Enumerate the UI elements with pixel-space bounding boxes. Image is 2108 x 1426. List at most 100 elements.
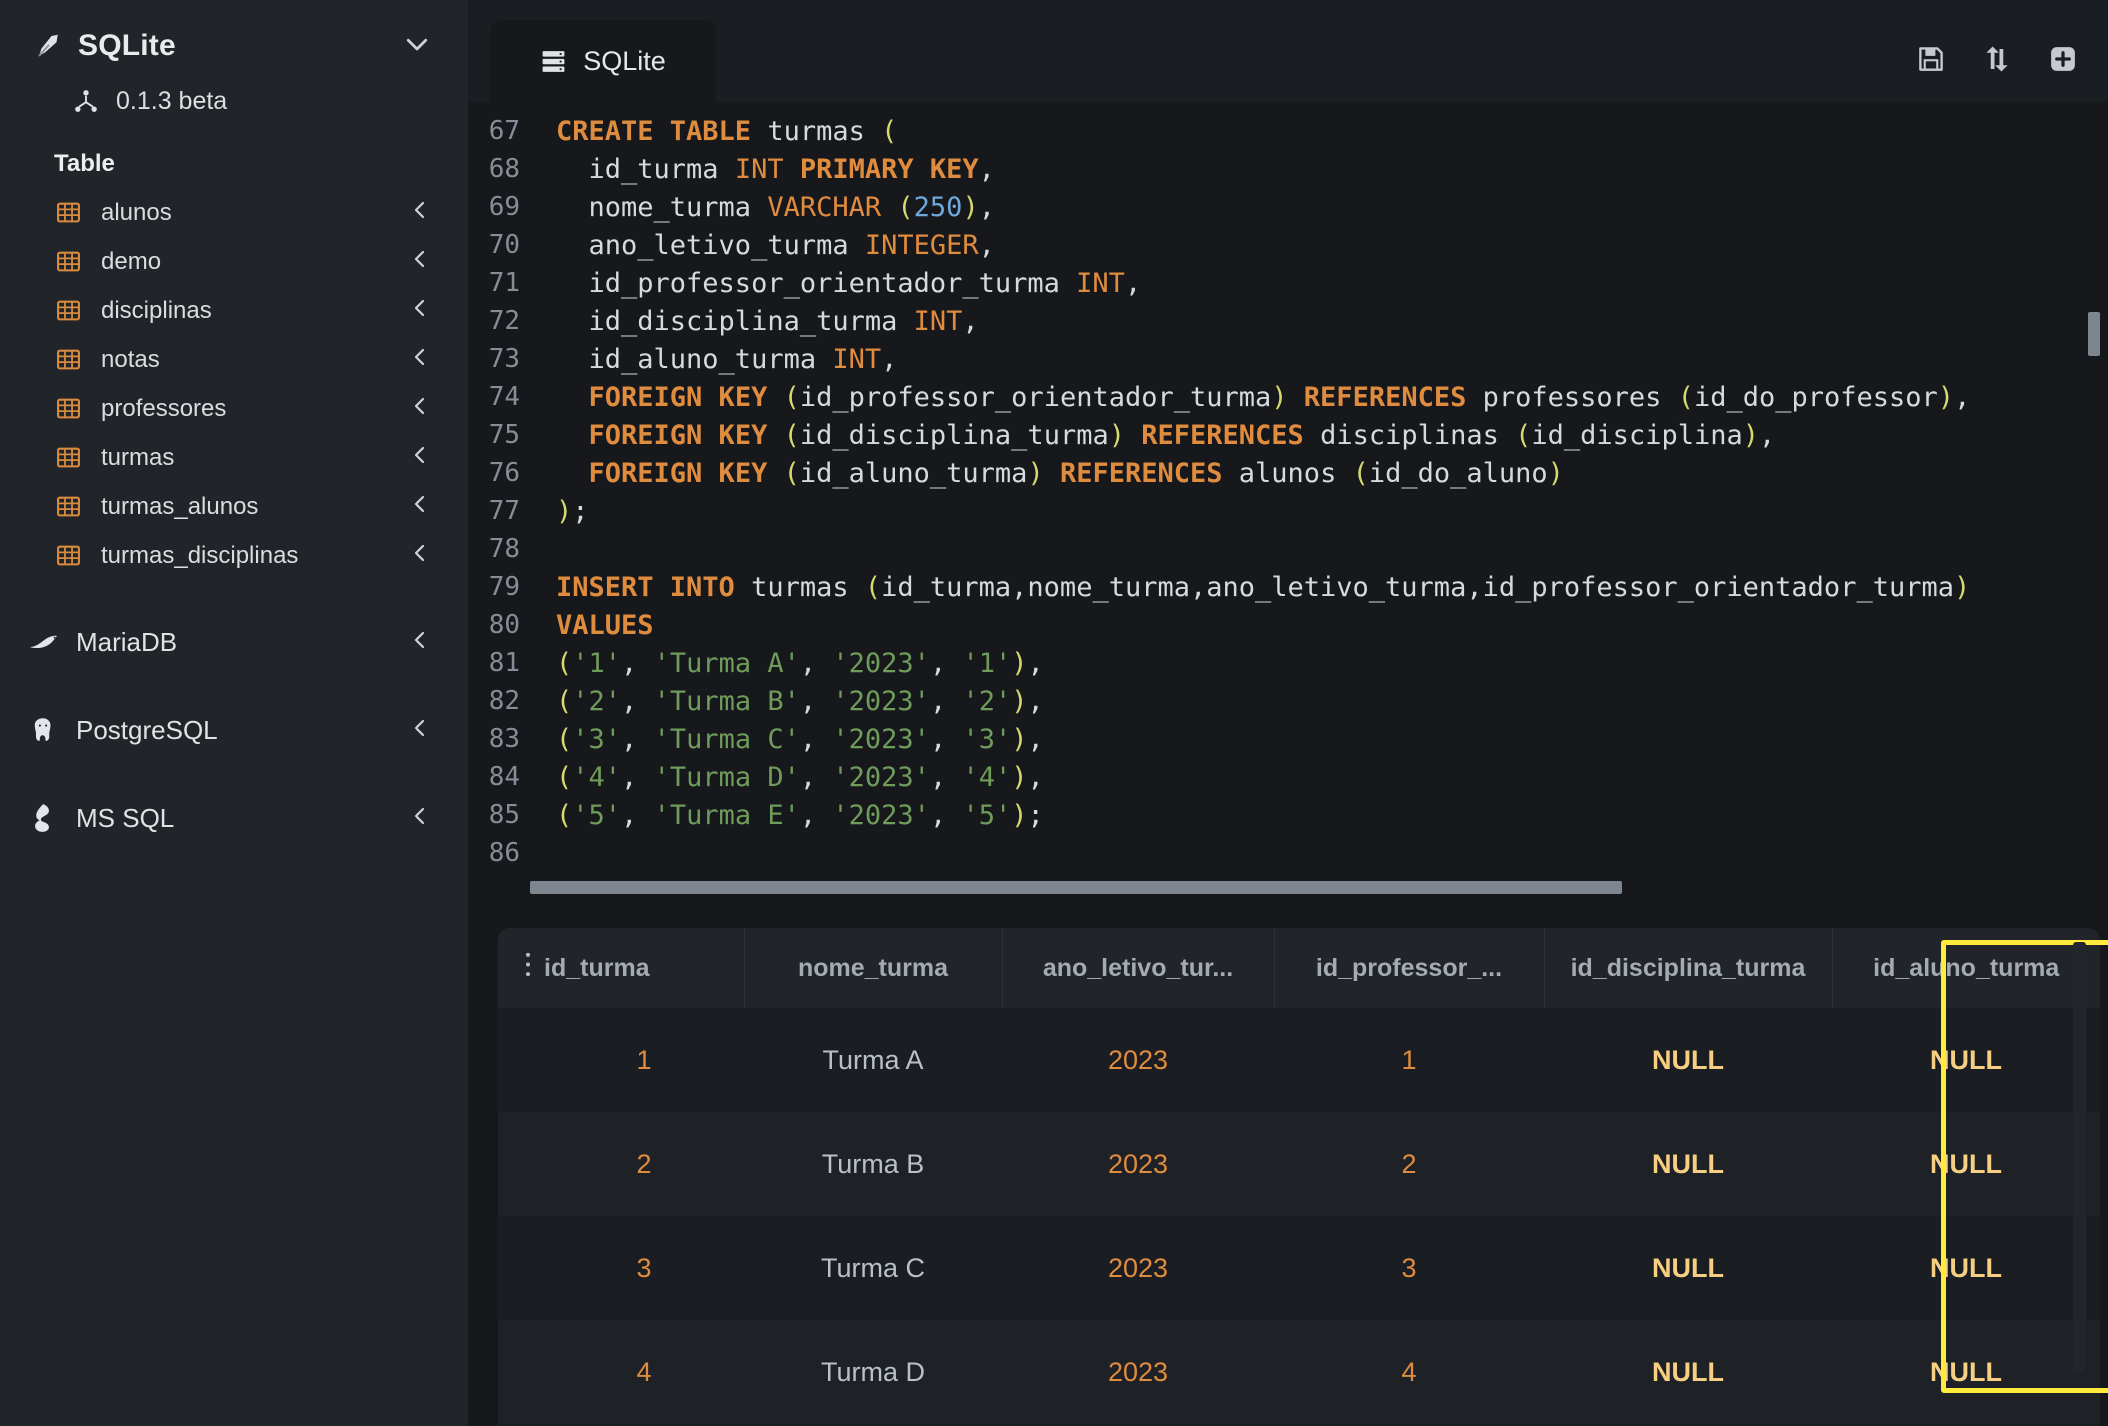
cell-value: 3	[1401, 1252, 1417, 1283]
results-column-header-ano_letivo_tur-[interactable]: ano_letivo_tur...	[1002, 928, 1275, 1008]
sidebar-brand-header[interactable]: SQLite	[0, 22, 468, 70]
sidebar-table-turmas_disciplinas[interactable]: turmas_disciplinas	[0, 531, 468, 580]
results-table-row[interactable]: 3 Turma C 2023 3 NULL NULL	[498, 1216, 2100, 1320]
plus-square-icon[interactable]	[2048, 44, 2078, 74]
chevron-left-icon[interactable]	[408, 716, 432, 745]
code-line-78[interactable]: 78	[468, 530, 2108, 568]
code-line-67[interactable]: 67 CREATE TABLE turmas (	[468, 112, 2108, 150]
floppy-disk-icon[interactable]	[1916, 44, 1946, 74]
code-line-73[interactable]: 73 id_aluno_turma INT,	[468, 340, 2108, 378]
chevron-left-icon[interactable]	[408, 345, 432, 374]
sidebar-db-spacer	[0, 756, 468, 792]
editor-horizontal-scrollbar[interactable]	[530, 881, 1622, 894]
results-cell[interactable]: NULL	[1832, 1216, 2100, 1320]
sidebar-database-MariaDB[interactable]: MariaDB	[0, 616, 468, 668]
sidebar-table-turmas[interactable]: turmas	[0, 433, 468, 482]
results-column-header-id_aluno_turma[interactable]: id_aluno_turma	[1832, 928, 2100, 1008]
results-cell[interactable]: 1	[498, 1008, 744, 1112]
results-cell[interactable]: 2023	[1002, 1320, 1274, 1424]
results-column-header-nome_turma[interactable]: nome_turma	[744, 928, 1003, 1008]
code-line-80[interactable]: 80 VALUES	[468, 606, 2108, 644]
chevron-left-icon[interactable]	[408, 628, 432, 657]
code-line-76[interactable]: 76 FOREIGN KEY (id_aluno_turma) REFERENC…	[468, 454, 2108, 492]
chevron-left-icon[interactable]	[408, 804, 432, 833]
sql-editor[interactable]: 67 CREATE TABLE turmas (68 id_turma INT P…	[468, 102, 2108, 922]
chevron-left-icon[interactable]	[408, 247, 432, 276]
sidebar: SQLite 0.1.3 beta Table alunos demo discip…	[0, 0, 468, 1426]
code-line-86[interactable]: 86	[468, 834, 2108, 872]
code-line-83[interactable]: 83 ('3', 'Turma C', '2023', '3'),	[468, 720, 2108, 758]
code-line-69[interactable]: 69 nome_turma VARCHAR (250),	[468, 188, 2108, 226]
chevron-left-icon[interactable]	[408, 541, 432, 570]
sidebar-table-demo[interactable]: demo	[0, 237, 468, 286]
code-line-81[interactable]: 81 ('1', 'Turma A', '2023', '1'),	[468, 644, 2108, 682]
code-text: ('4', 'Turma D', '2023', '4'),	[556, 761, 1044, 793]
code-line-71[interactable]: 71 id_professor_orientador_turma INT,	[468, 264, 2108, 302]
results-cell[interactable]: 2	[498, 1112, 744, 1216]
results-cell[interactable]: NULL	[1832, 1112, 2100, 1216]
sidebar-table-list: alunos demo disciplinas notas professores tur…	[0, 188, 468, 580]
sidebar-table-notas[interactable]: notas	[0, 335, 468, 384]
code-line-72[interactable]: 72 id_disciplina_turma INT,	[468, 302, 2108, 340]
results-table-row[interactable]: 1 Turma A 2023 1 NULL NULL	[498, 1008, 2100, 1112]
chevron-left-icon[interactable]	[408, 198, 432, 227]
sidebar-version-row[interactable]: 0.1.3 beta	[0, 70, 468, 132]
vertical-dots-icon[interactable]	[518, 950, 538, 987]
code-line-84[interactable]: 84 ('4', 'Turma D', '2023', '4'),	[468, 758, 2108, 796]
results-column-header-id_professor_-[interactable]: id_professor_...	[1274, 928, 1545, 1008]
sidebar-table-alunos[interactable]: alunos	[0, 188, 468, 237]
sidebar-database-MS SQL[interactable]: MS SQL	[0, 792, 468, 844]
results-column-header-id_turma[interactable]: id_turma	[498, 928, 745, 1008]
results-cell[interactable]: NULL	[1544, 1008, 1832, 1112]
sync-arrows-icon[interactable]	[1982, 44, 2012, 74]
postgresql-elephant-icon	[28, 715, 60, 745]
results-table-row[interactable]: 4 Turma D 2023 4 NULL NULL	[498, 1320, 2100, 1424]
table-icon	[56, 445, 81, 470]
chevron-left-icon[interactable]	[408, 492, 432, 521]
code-line-79[interactable]: 79 INSERT INTO turmas (id_turma,nome_turm…	[468, 568, 2108, 606]
results-cell[interactable]: 2023	[1002, 1008, 1274, 1112]
results-cell[interactable]: 2023	[1002, 1216, 1274, 1320]
results-cell[interactable]: NULL	[1832, 1008, 2100, 1112]
results-cell[interactable]: Turma B	[744, 1112, 1002, 1216]
results-cell[interactable]: NULL	[1544, 1216, 1832, 1320]
chevron-left-icon[interactable]	[408, 443, 432, 472]
results-cell[interactable]: 3	[1274, 1216, 1544, 1320]
sidebar-table-professores[interactable]: professores	[0, 384, 468, 433]
code-line-77[interactable]: 77);	[468, 492, 2108, 530]
results-cell[interactable]: NULL	[1832, 1320, 2100, 1424]
results-vertical-scrollbar[interactable]	[2073, 942, 2086, 1372]
tab-bar: SQLite	[468, 0, 2108, 102]
results-cell[interactable]: Turma C	[744, 1216, 1002, 1320]
code-line-75[interactable]: 75 FOREIGN KEY (id_disciplina_turma) REF…	[468, 416, 2108, 454]
sidebar-table-disciplinas[interactable]: disciplinas	[0, 286, 468, 335]
results-column-header-id_disciplina_turma[interactable]: id_disciplina_turma	[1544, 928, 1833, 1008]
results-cell[interactable]: 4	[1274, 1320, 1544, 1424]
results-cell[interactable]: 2023	[1002, 1112, 1274, 1216]
results-cell[interactable]: NULL	[1544, 1112, 1832, 1216]
results-cell[interactable]: 3	[498, 1216, 744, 1320]
line-number: 83	[488, 724, 520, 754]
results-cell[interactable]: 4	[498, 1320, 744, 1424]
results-cell[interactable]: 2	[1274, 1112, 1544, 1216]
results-cell[interactable]: Turma A	[744, 1008, 1002, 1112]
table-icon	[56, 396, 81, 421]
results-cell[interactable]: 1	[1274, 1008, 1544, 1112]
sidebar-database-PostgreSQL[interactable]: PostgreSQL	[0, 704, 468, 756]
code-line-68[interactable]: 68 id_turma INT PRIMARY KEY,	[468, 150, 2108, 188]
sidebar-table-turmas_alunos[interactable]: turmas_alunos	[0, 482, 468, 531]
code-line-74[interactable]: 74 FOREIGN KEY (id_professor_orientador_…	[468, 378, 2108, 416]
code-line-70[interactable]: 70 ano_letivo_turma INTEGER,	[468, 226, 2108, 264]
tab-sqlite[interactable]: SQLite	[490, 20, 716, 102]
results-cell[interactable]: NULL	[1544, 1320, 1832, 1424]
results-cell[interactable]: Turma D	[744, 1320, 1002, 1424]
code-line-82[interactable]: 82 ('2', 'Turma B', '2023', '2'),	[468, 682, 2108, 720]
chevron-left-icon[interactable]	[408, 296, 432, 325]
chevron-left-icon[interactable]	[408, 394, 432, 423]
cell-value: NULL	[1652, 1356, 1724, 1387]
cell-value: 2	[1401, 1148, 1417, 1179]
results-table-row[interactable]: 2 Turma B 2023 2 NULL NULL	[498, 1112, 2100, 1216]
code-line-85[interactable]: 85 ('5', 'Turma E', '2023', '5');	[468, 796, 2108, 834]
editor-vertical-scrollbar[interactable]	[2088, 312, 2100, 356]
chevron-down-icon[interactable]	[402, 29, 432, 64]
